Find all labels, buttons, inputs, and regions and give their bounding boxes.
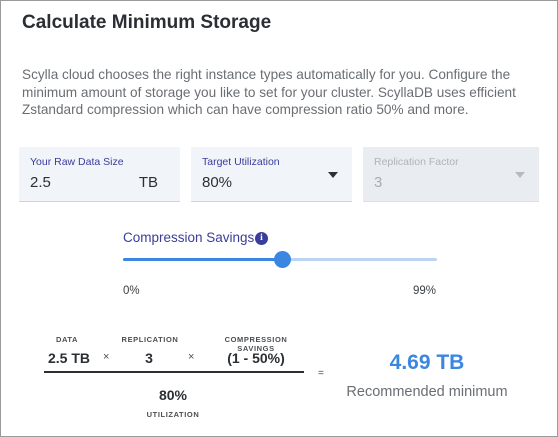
compression-savings-label: Compression Savings bbox=[123, 230, 255, 245]
formula-replication-value: 3 bbox=[145, 350, 153, 366]
formula-data-value: 2.5 TB bbox=[47, 350, 90, 366]
fraction-line bbox=[44, 371, 304, 373]
formula-utilization-value: 80% bbox=[158, 387, 188, 403]
compression-slider-track[interactable] bbox=[123, 251, 437, 268]
slider-min-label: 0% bbox=[123, 285, 140, 297]
chevron-down-icon[interactable] bbox=[328, 172, 338, 178]
result-value: 4.69 TB bbox=[389, 351, 465, 374]
replication-factor-select: Replication Factor 3 bbox=[363, 147, 539, 202]
raw-data-size-unit: TB bbox=[138, 174, 158, 191]
formula-compression-value: (1 - 50%) bbox=[227, 350, 285, 366]
result-caption: Recommended minimum bbox=[346, 384, 508, 400]
panel-title: Calculate Minimum Storage bbox=[22, 12, 272, 33]
multiply-sign: × bbox=[188, 351, 195, 363]
raw-data-size-value[interactable]: 2.5 bbox=[30, 174, 51, 191]
info-icon[interactable]: i bbox=[255, 232, 268, 245]
calculator-panel: Calculate Minimum Storage Scylla cloud c… bbox=[0, 0, 558, 437]
slider-max-label: 99% bbox=[413, 285, 437, 297]
description-text: Scylla cloud chooses the right instance … bbox=[22, 67, 516, 117]
equals-sign: = bbox=[318, 368, 324, 379]
formula-utilization-caption: UTILIZATION bbox=[146, 410, 200, 419]
target-utilization-select[interactable]: Target Utilization 80% bbox=[191, 147, 352, 202]
compression-slider-thumb[interactable] bbox=[273, 251, 291, 268]
replication-factor-label: Replication Factor bbox=[374, 156, 459, 168]
raw-data-size-label: Your Raw Data Size bbox=[30, 156, 124, 168]
formula-data-caption: DATA bbox=[55, 335, 79, 344]
replication-factor-value: 3 bbox=[374, 174, 383, 191]
formula-replication-caption: REPLICATION bbox=[121, 335, 179, 344]
chevron-down-icon bbox=[515, 172, 525, 178]
target-utilization-value: 80% bbox=[202, 174, 233, 191]
compression-slider-fill bbox=[123, 258, 282, 261]
raw-data-size-field[interactable]: Your Raw Data Size 2.5 TB bbox=[19, 147, 180, 202]
target-utilization-label: Target Utilization bbox=[202, 156, 280, 168]
multiply-sign: × bbox=[103, 351, 110, 363]
